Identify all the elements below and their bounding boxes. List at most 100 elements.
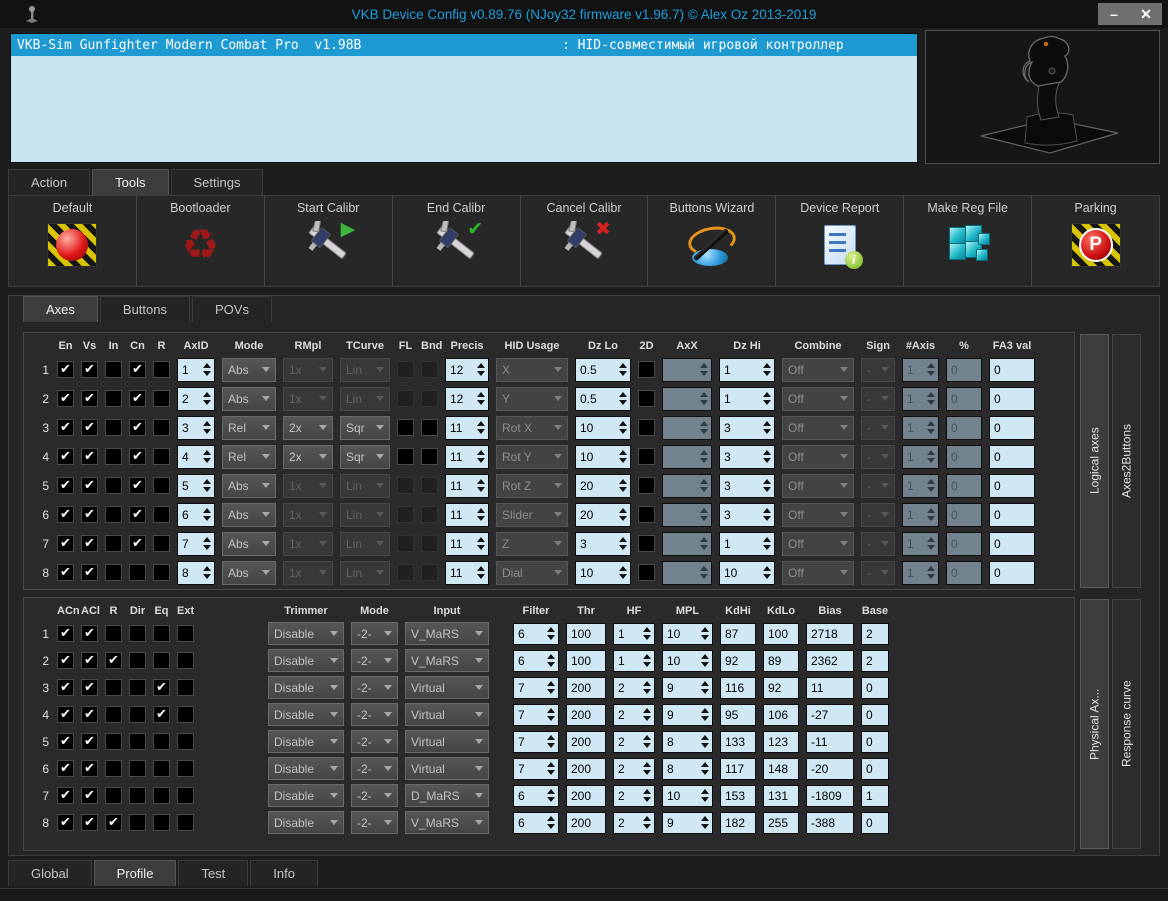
bias-field[interactable]: -11 xyxy=(806,730,854,753)
kdhi-field[interactable]: 153 xyxy=(720,784,756,807)
mpl-spinner[interactable]: 8 xyxy=(662,757,713,780)
checkbox-vs[interactable]: ✔ xyxy=(81,477,98,494)
rmpl-dropdown[interactable]: 2x xyxy=(283,444,333,469)
trimmer-dropdown[interactable]: Disable xyxy=(268,757,344,780)
kdlo-field[interactable]: 255 xyxy=(763,811,799,834)
mode-dropdown[interactable]: Abs xyxy=(222,473,276,498)
toolbar-end-calibr-button[interactable]: End Calibr ✔ xyxy=(391,196,520,286)
hid-usage-dropdown[interactable]: Dial xyxy=(496,560,568,585)
base-field[interactable]: 2 xyxy=(861,649,889,672)
checkbox-eq[interactable] xyxy=(153,814,170,831)
axid-spinner[interactable]: 1 xyxy=(177,357,215,382)
checkbox-ext[interactable] xyxy=(177,625,194,642)
mpl-spinner[interactable]: 10 xyxy=(662,649,713,672)
bias-field[interactable]: -20 xyxy=(806,757,854,780)
mode-dropdown[interactable]: Rel xyxy=(222,415,276,440)
toolbar-make-reg-file-button[interactable]: Make Reg File xyxy=(903,196,1031,286)
checkbox-ext[interactable] xyxy=(177,814,194,831)
kdlo-field[interactable]: 148 xyxy=(763,757,799,780)
filter-spinner[interactable]: 6 xyxy=(513,622,559,645)
tcurve-dropdown[interactable]: Sqr xyxy=(340,444,390,469)
checkbox-2d[interactable] xyxy=(638,448,655,465)
fa3-val-field[interactable]: 0 xyxy=(989,415,1035,440)
mode-dropdown[interactable]: -2- xyxy=(351,649,398,672)
checkbox-dir[interactable] xyxy=(129,814,146,831)
checkbox-vs[interactable]: ✔ xyxy=(81,506,98,523)
precis-spinner[interactable]: 11 xyxy=(445,444,489,469)
dz-lo-spinner[interactable]: 10 xyxy=(575,444,631,469)
checkbox-acl[interactable]: ✔ xyxy=(81,760,98,777)
checkbox-vs[interactable]: ✔ xyxy=(81,535,98,552)
precis-spinner[interactable]: 11 xyxy=(445,502,489,527)
input-dropdown[interactable]: V_MaRS xyxy=(405,622,489,645)
bias-field[interactable]: 2718 xyxy=(806,622,854,645)
checkbox-en[interactable]: ✔ xyxy=(57,448,74,465)
combine-dropdown[interactable]: Off xyxy=(782,560,854,585)
checkbox-ext[interactable] xyxy=(177,652,194,669)
tab-global[interactable]: Global xyxy=(8,860,92,886)
tab-action[interactable]: Action xyxy=(8,169,91,195)
kdlo-field[interactable]: 100 xyxy=(763,622,799,645)
mode-dropdown[interactable]: Abs xyxy=(222,357,276,382)
checkbox-acn[interactable]: ✔ xyxy=(57,787,74,804)
checkbox-acl[interactable]: ✔ xyxy=(81,652,98,669)
checkbox-r[interactable] xyxy=(105,625,122,642)
hf-spinner[interactable]: 1 xyxy=(613,649,655,672)
hf-spinner[interactable]: 2 xyxy=(613,703,655,726)
checkbox-in[interactable] xyxy=(105,361,122,378)
close-button[interactable]: ✕ xyxy=(1130,3,1162,25)
axid-spinner[interactable]: 5 xyxy=(177,473,215,498)
hid-usage-dropdown[interactable]: X xyxy=(496,357,568,382)
checkbox-dir[interactable] xyxy=(129,706,146,723)
toolbar-buttons-wizard-button[interactable]: Buttons Wizard xyxy=(647,196,775,286)
kdhi-field[interactable]: 117 xyxy=(720,757,756,780)
trimmer-dropdown[interactable]: Disable xyxy=(268,703,344,726)
filter-spinner[interactable]: 6 xyxy=(513,811,559,834)
checkbox-r[interactable] xyxy=(153,419,170,436)
hid-usage-dropdown[interactable]: Rot X xyxy=(496,415,568,440)
axid-spinner[interactable]: 7 xyxy=(177,531,215,556)
checkbox-in[interactable] xyxy=(105,564,122,581)
device-list[interactable]: VKB-Sim Gunfighter Modern Combat Pro v1.… xyxy=(10,33,918,163)
checkbox-2d[interactable] xyxy=(638,564,655,581)
checkbox-en[interactable]: ✔ xyxy=(57,564,74,581)
precis-spinner[interactable]: 11 xyxy=(445,415,489,440)
checkbox-en[interactable]: ✔ xyxy=(57,419,74,436)
checkbox-cn[interactable]: ✔ xyxy=(129,506,146,523)
hid-usage-dropdown[interactable]: Rot Y xyxy=(496,444,568,469)
checkbox-r[interactable] xyxy=(105,760,122,777)
checkbox-r[interactable] xyxy=(153,448,170,465)
thr-field[interactable]: 200 xyxy=(566,757,606,780)
thr-field[interactable]: 200 xyxy=(566,784,606,807)
checkbox-2d[interactable] xyxy=(638,361,655,378)
kdlo-field[interactable]: 92 xyxy=(763,676,799,699)
precis-spinner[interactable]: 12 xyxy=(445,357,489,382)
mode-dropdown[interactable]: Abs xyxy=(222,386,276,411)
base-field[interactable]: 0 xyxy=(861,703,889,726)
device-list-selected-row[interactable]: VKB-Sim Gunfighter Modern Combat Pro v1.… xyxy=(11,34,917,56)
checkbox-acn[interactable]: ✔ xyxy=(57,733,74,750)
hf-spinner[interactable]: 2 xyxy=(613,784,655,807)
checkbox-dir[interactable] xyxy=(129,787,146,804)
checkbox-vs[interactable]: ✔ xyxy=(81,564,98,581)
checkbox-2d[interactable] xyxy=(638,477,655,494)
checkbox-r[interactable] xyxy=(153,535,170,552)
checkbox-cn[interactable]: ✔ xyxy=(129,390,146,407)
hf-spinner[interactable]: 2 xyxy=(613,730,655,753)
mode-dropdown[interactable]: -2- xyxy=(351,730,398,753)
mode-dropdown[interactable]: Rel xyxy=(222,444,276,469)
checkbox-in[interactable] xyxy=(105,390,122,407)
kdhi-field[interactable]: 182 xyxy=(720,811,756,834)
tab-tools[interactable]: Tools xyxy=(92,169,169,195)
checkbox-acl[interactable]: ✔ xyxy=(81,706,98,723)
checkbox-acl[interactable]: ✔ xyxy=(81,679,98,696)
toolbar-bootloader-button[interactable]: Bootloader ♻ xyxy=(135,196,264,286)
dz-hi-spinner[interactable]: 3 xyxy=(719,502,775,527)
checkbox-acl[interactable]: ✔ xyxy=(81,787,98,804)
combine-dropdown[interactable]: Off xyxy=(782,357,854,382)
mpl-spinner[interactable]: 9 xyxy=(662,676,713,699)
fa3-val-field[interactable]: 0 xyxy=(989,531,1035,556)
input-dropdown[interactable]: Virtual xyxy=(405,703,489,726)
kdhi-field[interactable]: 116 xyxy=(720,676,756,699)
input-dropdown[interactable]: V_MaRS xyxy=(405,811,489,834)
